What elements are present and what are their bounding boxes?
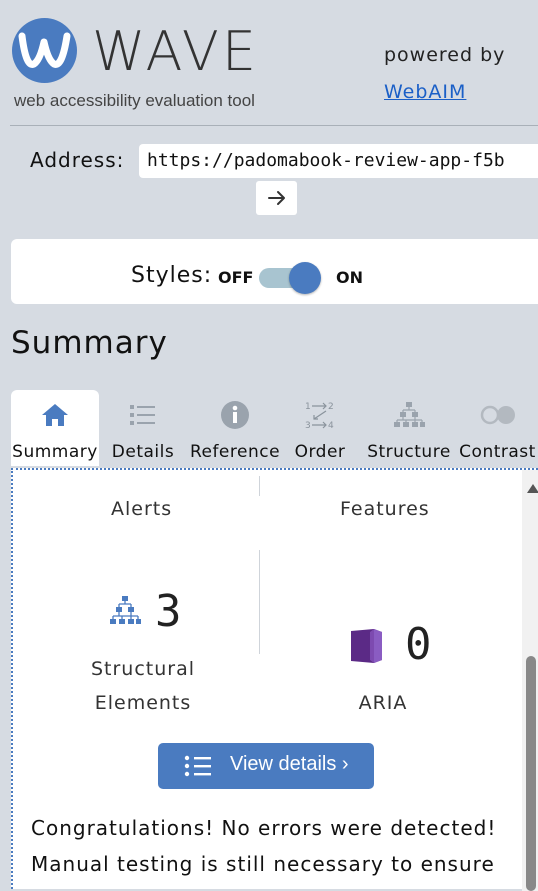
tab-label: Details xyxy=(111,442,175,462)
address-input[interactable]: https://padomabook-review-app-f5b xyxy=(139,144,538,178)
view-details-button[interactable]: View details › xyxy=(158,743,374,789)
alerts-heading: Alerts xyxy=(111,498,173,520)
svg-text:3: 3 xyxy=(305,421,311,430)
list-icon xyxy=(130,405,155,425)
column-divider-top xyxy=(259,476,260,496)
panel-scrollbar[interactable] xyxy=(522,470,538,891)
svg-text:1: 1 xyxy=(305,402,311,412)
address-label: Address: xyxy=(30,148,125,172)
manual-testing-message: Manual testing is still necessary to ens… xyxy=(31,852,495,876)
arrow-right-icon xyxy=(267,191,285,205)
go-button[interactable] xyxy=(256,181,297,215)
svg-text:4: 4 xyxy=(328,421,334,430)
tab-label: Summary xyxy=(12,442,98,462)
page-title: Summary xyxy=(11,325,168,361)
info-icon xyxy=(221,401,249,429)
aria-label: ARIA xyxy=(358,692,408,714)
aria-count: 0 xyxy=(405,619,432,670)
styles-toggle-bar: Styles: OFF ON xyxy=(11,239,538,304)
styles-label: Styles: xyxy=(131,263,213,288)
tab-structure[interactable]: Structure xyxy=(363,390,455,466)
features-heading: Features xyxy=(340,498,430,520)
logo-text: WAVE xyxy=(92,20,259,83)
header: WAVE web accessibility evaluation tool p… xyxy=(0,0,538,126)
tab-contrast[interactable]: Contrast xyxy=(457,390,538,466)
congratulations-message: Congratulations! No errors were detected… xyxy=(31,816,497,840)
tab-label: Structure xyxy=(367,442,451,462)
list-icon xyxy=(184,755,211,777)
home-icon xyxy=(42,404,68,426)
structure-icon xyxy=(110,596,141,624)
styles-on-label: ON xyxy=(336,268,363,287)
aria-icon xyxy=(351,629,382,663)
styles-off-label: OFF xyxy=(218,268,254,287)
view-details-label: View details › xyxy=(230,753,349,775)
styles-toggle-knob[interactable] xyxy=(289,262,321,294)
svg-text:2: 2 xyxy=(328,402,334,412)
tab-summary[interactable]: Summary xyxy=(11,390,99,466)
tab-label: Contrast xyxy=(459,442,536,462)
header-divider xyxy=(10,125,538,126)
tab-label: Reference xyxy=(189,442,281,462)
tab-label: Order xyxy=(294,442,346,462)
tab-reference[interactable]: Reference xyxy=(185,390,285,466)
structural-label-line1: Structural xyxy=(90,658,196,680)
wave-logo-icon xyxy=(12,18,77,83)
contrast-icon xyxy=(480,405,515,425)
webaim-link[interactable]: WebAIM xyxy=(384,81,466,103)
summary-panel: Alerts Features 3 Structural Elements 0 … xyxy=(11,468,538,891)
order-icon: 1 2 3 4 xyxy=(305,402,334,430)
structural-label: Structural Elements xyxy=(73,652,213,720)
structural-count: 3 xyxy=(155,586,182,637)
scroll-thumb[interactable] xyxy=(526,656,536,891)
tagline: web accessibility evaluation tool xyxy=(14,91,255,110)
tab-details[interactable]: Details xyxy=(103,390,183,466)
scroll-up-arrow-icon[interactable] xyxy=(527,484,538,493)
structural-label-line2: Elements xyxy=(94,692,192,714)
tab-order[interactable]: 1 2 3 4 Order xyxy=(287,390,353,466)
powered-by-text: powered by xyxy=(384,44,506,66)
tab-bar: Summary Details Reference 1 2 3 4 Order St… xyxy=(11,390,538,466)
structure-icon xyxy=(394,402,425,427)
column-divider xyxy=(259,550,260,654)
